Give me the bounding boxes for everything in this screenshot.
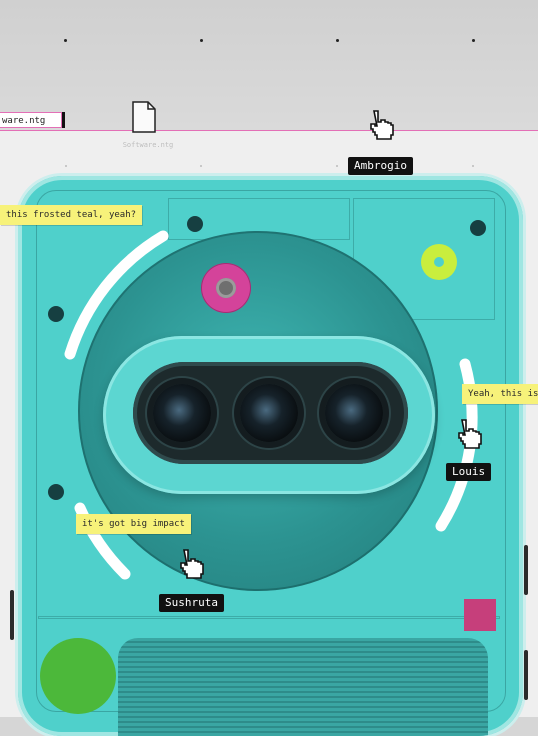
magenta-square-accent xyxy=(464,599,496,631)
file-tab-label: ware.ntg xyxy=(2,116,46,126)
grid-dot xyxy=(472,39,475,42)
lime-ring-accent xyxy=(421,244,457,280)
cursor-name-ambrogio: Ambrogio xyxy=(348,157,413,175)
grid-dot xyxy=(472,165,474,167)
side-button xyxy=(10,590,14,640)
grid-dot xyxy=(200,165,202,167)
cursor-name-louis: Louis xyxy=(446,463,492,481)
grid-dot xyxy=(336,39,339,42)
file-caption: Software.ntg xyxy=(122,141,174,149)
pink-ring-accent xyxy=(201,263,251,313)
grid-dot xyxy=(65,165,67,167)
hand-pointer-icon xyxy=(370,110,394,140)
grid-dot xyxy=(200,39,203,42)
selection-guide-line xyxy=(0,130,538,131)
side-button xyxy=(524,545,528,595)
canvas-background-top xyxy=(0,0,538,131)
hand-pointer-icon xyxy=(180,549,204,579)
green-disc-accent xyxy=(40,638,116,714)
hand-pointer-icon xyxy=(458,419,482,449)
camera-lens xyxy=(153,384,211,442)
document-icon[interactable] xyxy=(131,101,157,133)
grid-dot xyxy=(336,165,338,167)
phone-render xyxy=(18,176,523,736)
side-button xyxy=(524,650,528,700)
camera-lens xyxy=(240,384,298,442)
file-tab[interactable]: ware.ntg xyxy=(0,112,62,128)
comment-frosted-teal[interactable]: this frosted teal, yeah? xyxy=(0,205,143,225)
grid-dot xyxy=(64,39,67,42)
comment-yeah-this-is[interactable]: Yeah, this is xyxy=(462,384,538,404)
wireless-charging-coil xyxy=(118,638,488,736)
comment-big-impact[interactable]: it's got big impact xyxy=(76,514,191,534)
cursor-name-sushruta: Sushruta xyxy=(159,594,224,612)
camera-lens xyxy=(325,384,383,442)
